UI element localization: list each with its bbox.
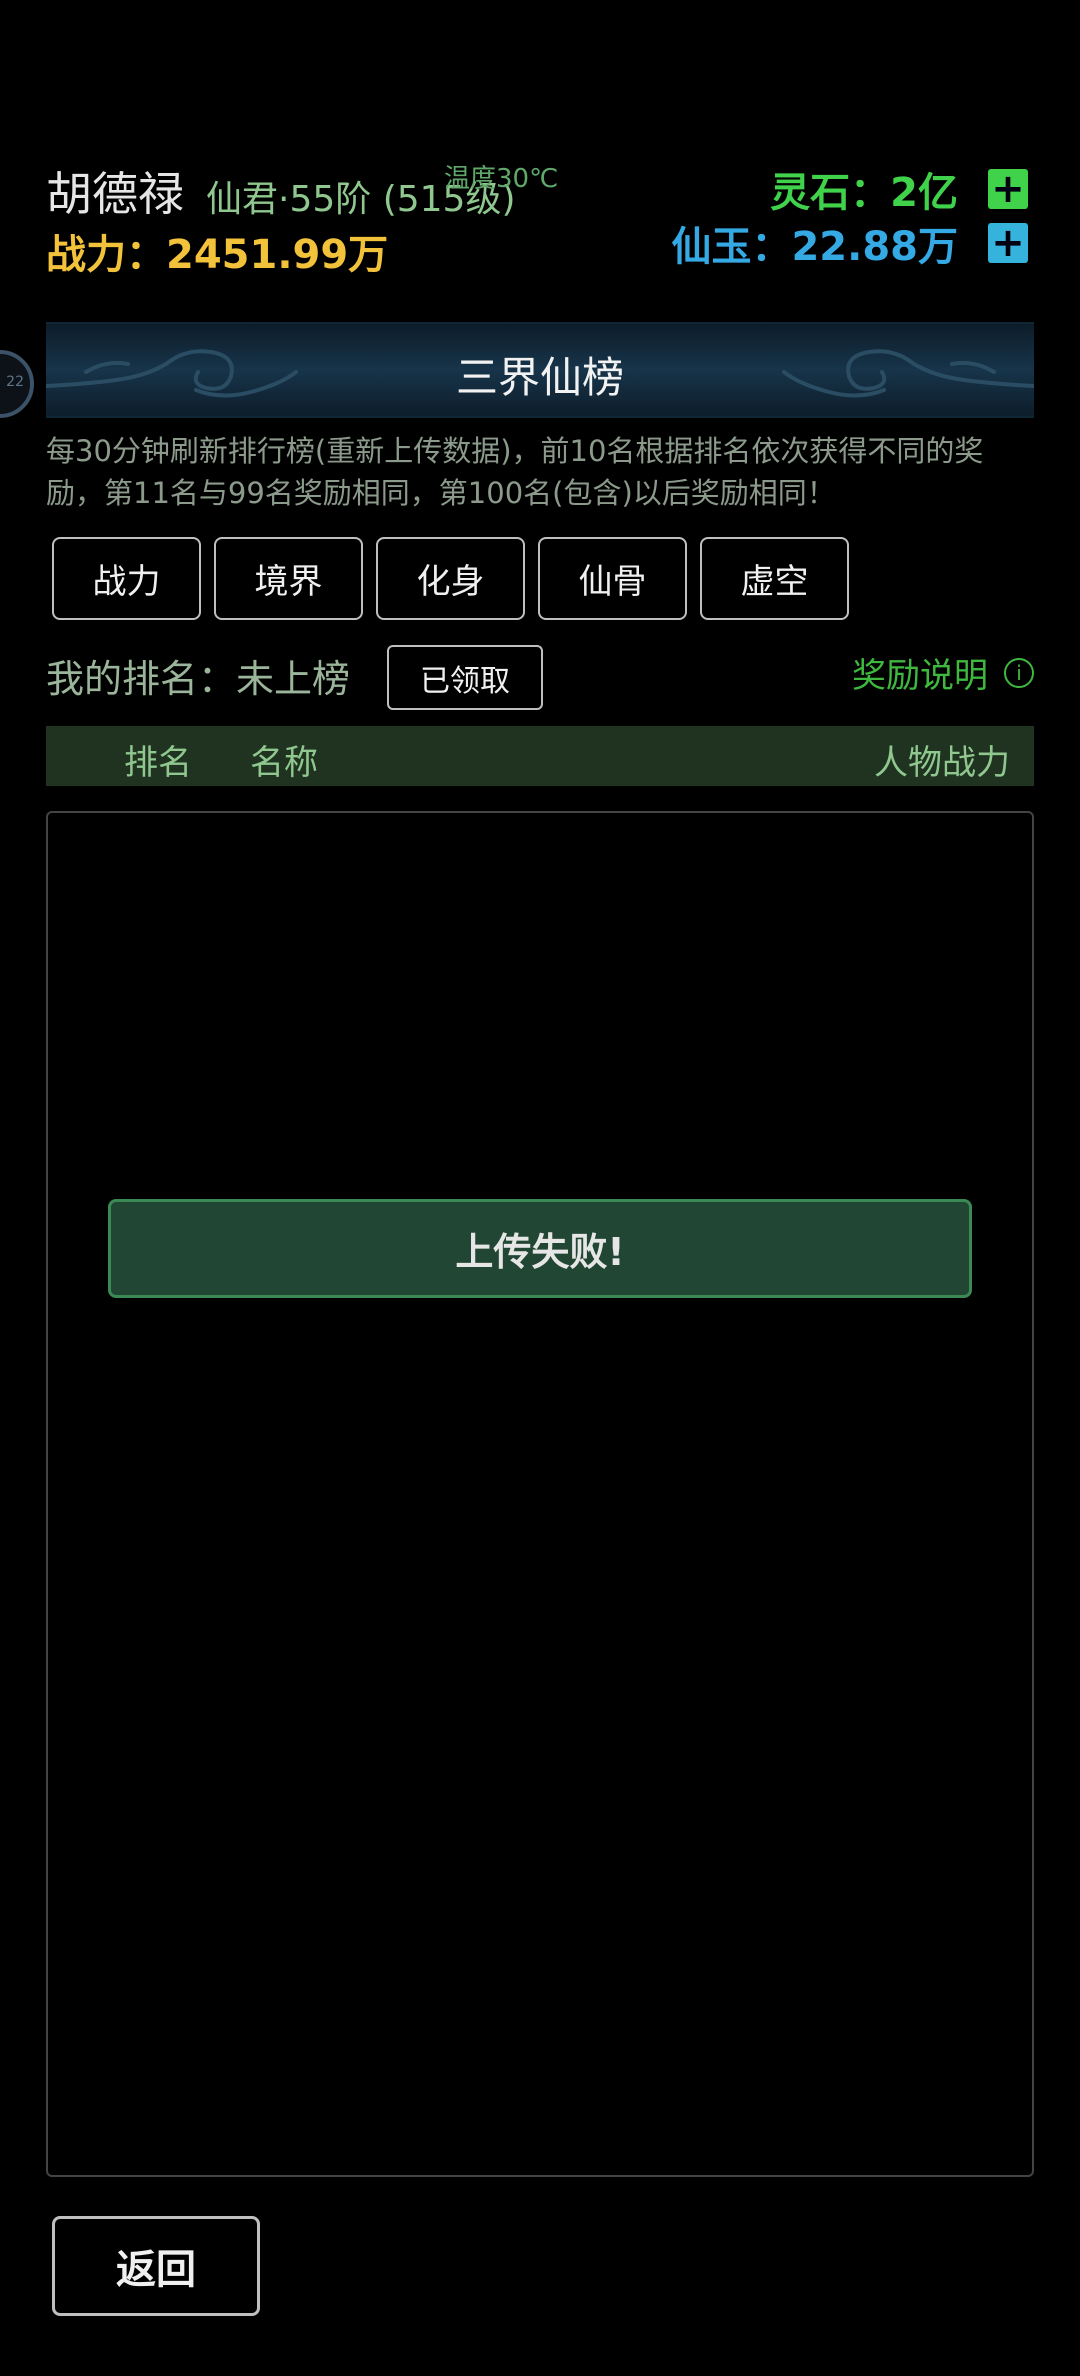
player-name: 胡德禄 xyxy=(46,167,184,221)
reward-info-link[interactable]: 奖励说明 i xyxy=(852,648,1034,697)
refresh-notice: 每30分钟刷新排行榜(重新上传数据)，前10名根据排名依次获得不同的奖励，第11… xyxy=(46,434,984,510)
spirit-stone-row: 灵石：2亿 + xyxy=(770,160,1028,218)
tab-combat-power[interactable]: 战力 xyxy=(52,537,201,620)
tab-immortal-bone[interactable]: 仙骨 xyxy=(538,537,687,620)
spirit-stone-amount: 灵石：2亿 xyxy=(770,170,958,216)
back-button[interactable]: 返回 xyxy=(52,2216,260,2316)
side-button-label: 22 xyxy=(6,374,24,390)
tab-void[interactable]: 虚空 xyxy=(700,537,849,620)
column-header-power: 人物战力 xyxy=(874,743,1010,783)
claimed-button[interactable]: 已领取 xyxy=(387,645,543,710)
plus-icon: + xyxy=(991,220,1025,266)
tab-realm[interactable]: 境界 xyxy=(214,537,363,620)
reward-info-label: 奖励说明 xyxy=(852,656,988,696)
column-header-rank: 排名 xyxy=(124,743,192,783)
temperature-readout: 温度30℃ xyxy=(444,164,559,194)
immortal-jade-row: 仙玉：22.88万 + xyxy=(671,214,1028,272)
page-title: 三界仙榜 xyxy=(455,353,624,402)
ranking-tabs: 战力 境界 化身 仙骨 虚空 xyxy=(52,537,849,620)
immortal-jade-amount: 仙玉：22.88万 xyxy=(671,224,958,270)
upload-failed-toast: 上传失败! xyxy=(108,1199,972,1298)
my-rank-label: 我的排名：未上榜 xyxy=(46,657,351,701)
side-floating-button[interactable]: 22 xyxy=(0,350,34,418)
info-icon: i xyxy=(1004,657,1034,688)
ranking-list[interactable] xyxy=(46,811,1034,2177)
add-spirit-stone-button[interactable]: + xyxy=(988,169,1028,209)
ranking-banner: 三界仙榜 xyxy=(46,322,1034,418)
column-header-name: 名称 xyxy=(250,743,318,783)
add-immortal-jade-button[interactable]: + xyxy=(988,223,1028,263)
ranking-table-header: 排名 名称 人物战力 xyxy=(46,726,1034,786)
plus-icon: + xyxy=(991,166,1025,212)
tab-avatar[interactable]: 化身 xyxy=(376,537,525,620)
combat-power: 战力：2451.99万 xyxy=(46,232,389,278)
